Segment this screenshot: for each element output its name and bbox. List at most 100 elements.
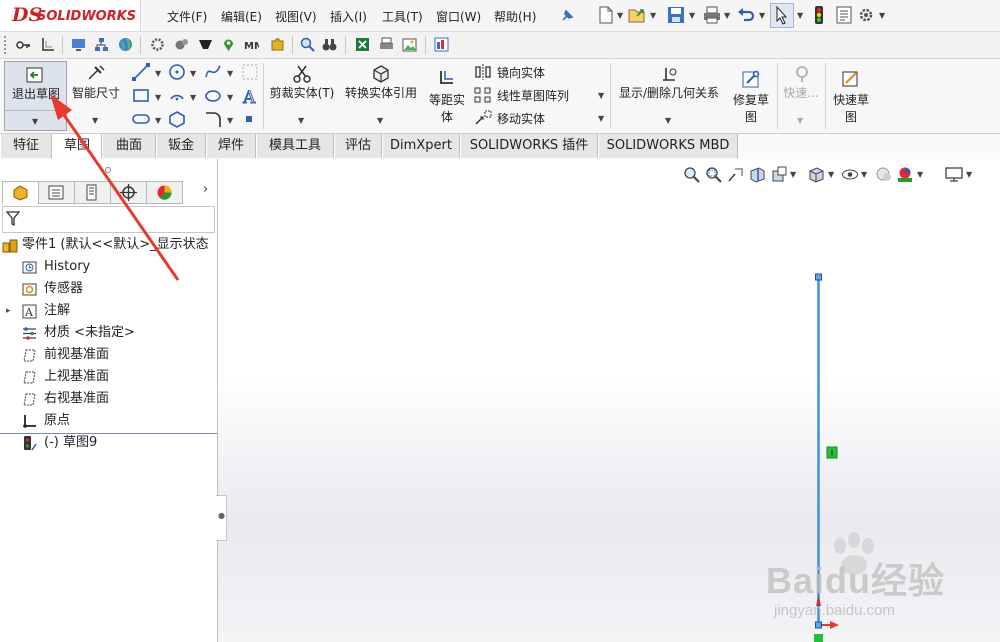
rebuild-traffic-light-icon[interactable] [813,6,825,24]
tree-item-sketch9[interactable]: (-) 草图9 [0,433,200,453]
file-properties-icon[interactable] [836,6,852,24]
linear-pattern-caret[interactable]: ▼ [598,91,604,100]
tree-root-part[interactable]: 零件1 (默认<<默认>_显示状态 [0,235,217,255]
tab-evaluate[interactable]: 评估 [334,134,382,158]
tab-surfaces[interactable]: 曲面 [102,134,156,158]
measure-mm-icon[interactable]: MM [244,37,259,52]
quick-snaps-caret[interactable]: ▼ [797,116,803,125]
rapid-sketch-button[interactable]: 快速草 图 [828,61,874,129]
design-library-icon[interactable] [434,37,449,52]
tab-dimxpert[interactable]: DimXpert [382,134,460,158]
repair-sketch-button[interactable]: 修复草 图 [728,61,774,129]
convert-caret[interactable]: ▼ [377,116,383,125]
print-dropdown-caret[interactable]: ▼ [724,11,730,20]
gears-icon[interactable] [174,37,189,52]
tab-configuration-manager[interactable] [74,181,111,204]
trim-caret[interactable]: ▼ [298,116,304,125]
smart-dimension-caret[interactable]: ▼ [92,116,98,125]
convert-entities-button[interactable]: 转换实体引用 ▼ [340,61,422,129]
arc-tool-icon[interactable] [168,87,186,105]
expand-arrow-icon[interactable]: ▸ [6,301,11,321]
circle-tool-icon[interactable] [168,63,186,81]
select-dropdown-caret[interactable]: ▼ [797,11,803,20]
plane-tool-icon[interactable] [241,63,259,81]
new-document-icon[interactable] [598,6,614,24]
print-preview-icon[interactable] [379,37,394,52]
dimension-angle-icon[interactable] [40,37,55,52]
quick-snaps-button[interactable]: 快速... ▼ [779,61,823,129]
ellipse-caret[interactable]: ▼ [227,93,233,102]
exit-sketch-button[interactable]: 退出草图 ▼ [4,61,67,131]
image-export-icon[interactable] [402,37,417,52]
tab-dimxpert-manager[interactable] [110,181,147,204]
more-tabs-chevron-icon[interactable]: › [203,182,208,197]
print-icon[interactable] [703,6,721,24]
tree-item-right-plane[interactable]: 右视基准面 [0,389,200,409]
tree-item-sensors[interactable]: 传感器 [0,279,200,299]
move-entities-button[interactable]: 移动实体 ▼ [472,109,607,129]
fillet-tool-icon[interactable] [204,110,222,128]
tab-solidworks-mbd[interactable]: SOLIDWORKS MBD [598,134,738,158]
globe-icon[interactable] [118,37,133,52]
tab-solidworks-addins[interactable]: SOLIDWORKS 插件 [460,134,598,158]
arc-caret[interactable]: ▼ [190,93,196,102]
tab-property-manager[interactable] [38,181,75,204]
slot-caret[interactable]: ▼ [155,116,161,125]
key-icon[interactable] [16,37,31,52]
polygon-tool-icon[interactable] [168,110,186,128]
text-tool-icon[interactable]: A [241,86,259,107]
linear-pattern-button[interactable]: 线性草图阵列 ▼ [472,86,607,106]
line-tool-icon[interactable] [132,63,150,81]
binoculars-icon[interactable] [322,37,337,52]
tab-weldments[interactable]: 焊件 [206,134,256,158]
menu-edit[interactable]: 编辑(E) [221,8,262,25]
new-dropdown-caret[interactable]: ▼ [617,11,623,20]
trim-entities-button[interactable]: 剪裁实体(T) ▼ [266,61,338,129]
tab-sheet-metal[interactable]: 钣金 [156,134,206,158]
excel-export-icon[interactable] [355,37,370,52]
menu-insert[interactable]: 插入(I) [330,8,367,25]
fillet-caret[interactable]: ▼ [227,116,233,125]
tree-item-front-plane[interactable]: 前视基准面 [0,345,200,365]
display-relations-button[interactable]: 显示/删除几何关系 ▼ [612,61,726,129]
tree-item-material[interactable]: 材质 <未指定> [0,323,200,343]
toolbar-grip[interactable] [4,36,9,54]
open-dropdown-caret[interactable]: ▼ [650,11,656,20]
mold-icon[interactable] [198,37,213,52]
options-dropdown-caret[interactable]: ▼ [879,11,885,20]
network-icon[interactable] [94,37,109,52]
spline-tool-icon[interactable] [204,63,222,81]
undo-dropdown-caret[interactable]: ▼ [759,11,765,20]
line-caret[interactable]: ▼ [155,69,161,78]
smart-dimension-button[interactable]: 智能尺寸 ▼ [68,61,124,129]
panel-collapse-handle[interactable] [104,166,112,174]
search-icon[interactable] [300,37,315,52]
solidworks-logo[interactable]: DS SOLIDWORKS [0,0,141,31]
tree-item-history[interactable]: History [0,257,200,277]
circle-caret[interactable]: ▼ [190,69,196,78]
menu-view[interactable]: 视图(V) [275,8,317,25]
gear-settings-icon[interactable] [150,37,165,52]
display-relations-caret[interactable]: ▼ [665,116,671,125]
tree-item-annotations[interactable]: ▸ A 注解 [0,301,200,321]
tree-item-origin[interactable]: 原点 [0,411,200,431]
tab-display-manager[interactable] [146,181,183,204]
panel-splitter-grip[interactable]: ● [216,495,227,541]
monitor-icon[interactable] [71,37,86,52]
tab-features[interactable]: 特征 [0,134,52,158]
slot-tool-icon[interactable] [132,111,150,127]
save-icon[interactable] [667,6,685,24]
addin-puzzle-icon[interactable] [270,37,285,52]
pin-menu-icon[interactable] [560,9,574,23]
move-entities-caret[interactable]: ▼ [598,114,604,123]
tab-sketch[interactable]: 草图 [52,134,102,158]
options-gear-icon[interactable] [858,7,874,25]
point-tool-icon[interactable] [244,114,254,124]
tree-item-top-plane[interactable]: 上视基准面 [0,367,200,387]
select-tool-frame[interactable] [770,3,794,28]
open-document-icon[interactable] [628,6,646,24]
mirror-entities-button[interactable]: 镜向实体 [472,63,607,83]
undo-icon[interactable] [737,6,755,24]
tree-filter-box[interactable] [2,206,215,233]
tab-mold-tools[interactable]: 模具工具 [256,134,334,158]
